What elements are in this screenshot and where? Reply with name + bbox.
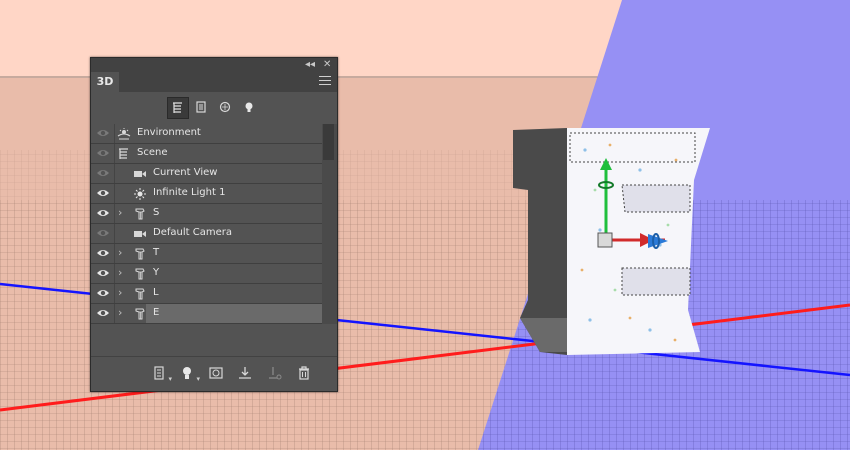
mesh-icon xyxy=(133,267,147,281)
filter-toolbar xyxy=(91,94,337,122)
mesh-icon xyxy=(133,287,147,301)
visibility-eye-icon[interactable] xyxy=(96,208,110,218)
row-divider xyxy=(114,164,115,183)
menu-caret-icon: ▾ xyxy=(168,375,172,383)
expand-chevron-icon[interactable]: › xyxy=(118,207,122,219)
tab-3d[interactable]: 3D xyxy=(91,72,119,92)
layer-label: L xyxy=(153,287,159,298)
visibility-eye-icon[interactable] xyxy=(96,128,110,138)
light-icon xyxy=(133,187,147,201)
layer-row-y[interactable]: › Y xyxy=(91,264,322,284)
close-icon[interactable]: ✕ xyxy=(323,59,331,71)
visibility-eye-icon[interactable] xyxy=(96,288,110,298)
ground-plane-icon[interactable] xyxy=(237,365,253,381)
row-divider xyxy=(114,224,115,243)
visibility-eye-icon[interactable] xyxy=(96,268,110,278)
menu-caret-icon: ▾ xyxy=(196,375,200,383)
new-light-icon[interactable]: ▾ xyxy=(179,365,200,383)
double-chevron-left-icon[interactable]: ◂◂ xyxy=(305,59,315,71)
row-divider xyxy=(114,244,115,263)
layer-label: Default Camera xyxy=(153,227,232,238)
layer-row-default-camera[interactable]: Default Camera xyxy=(91,224,322,244)
layer-label: S xyxy=(153,207,160,218)
row-divider xyxy=(114,204,115,223)
mesh-icon xyxy=(133,207,147,221)
scrollbar[interactable] xyxy=(322,124,337,324)
row-divider xyxy=(114,144,115,163)
layer-row-scene[interactable]: Scene xyxy=(91,144,322,164)
layer-label: Infinite Light 1 xyxy=(153,187,226,198)
meshes-filter-icon[interactable] xyxy=(191,97,213,119)
new-mesh-icon[interactable]: ▾ xyxy=(151,365,172,383)
visibility-eye-icon[interactable] xyxy=(96,168,110,178)
visibility-eye-icon[interactable] xyxy=(96,148,110,158)
layer-row-environment[interactable]: Environment xyxy=(91,124,322,144)
layer-row-current-view[interactable]: Current View xyxy=(91,164,322,184)
row-divider xyxy=(114,304,115,323)
layer-label: Y xyxy=(153,267,160,278)
panel-title-bar[interactable]: ◂◂ ✕ xyxy=(91,58,337,72)
3d-panel: ◂◂ ✕ 3D Environment Scene Current View Infi… xyxy=(90,57,338,392)
selection-highlight xyxy=(146,304,322,323)
expand-chevron-icon[interactable]: › xyxy=(118,307,122,319)
environment-icon xyxy=(117,127,131,141)
lights-filter-icon[interactable] xyxy=(239,97,261,119)
layer-row-s[interactable]: › S xyxy=(91,204,322,224)
materials-filter-icon[interactable] xyxy=(215,97,237,119)
row-divider xyxy=(114,284,115,303)
scrollbar-thumb[interactable] xyxy=(323,124,334,160)
expand-chevron-icon[interactable]: › xyxy=(118,267,122,279)
render-icon[interactable] xyxy=(267,365,283,381)
camera-icon xyxy=(133,227,147,241)
material-drop-icon[interactable] xyxy=(208,365,224,381)
trash-icon[interactable] xyxy=(296,365,312,381)
mesh-icon xyxy=(133,247,147,261)
row-divider xyxy=(114,184,115,203)
panel-menu-icon[interactable] xyxy=(319,76,331,86)
layer-label: T xyxy=(153,247,160,258)
scene-filter-icon[interactable] xyxy=(167,97,189,119)
visibility-eye-icon[interactable] xyxy=(96,188,110,198)
layer-label: E xyxy=(153,307,160,318)
layer-label: Environment xyxy=(137,127,201,138)
layer-row-t[interactable]: › T xyxy=(91,244,322,264)
row-divider xyxy=(114,264,115,283)
layer-row-e[interactable]: › E xyxy=(91,304,322,324)
layer-label: Current View xyxy=(153,167,218,178)
scene-tree: Environment Scene Current View Infinite Lig… xyxy=(91,124,322,324)
layer-label: Scene xyxy=(137,147,168,158)
expand-chevron-icon[interactable]: › xyxy=(118,247,122,259)
panel-tab-row: 3D xyxy=(91,72,337,92)
row-divider xyxy=(114,124,115,143)
camera-icon xyxy=(133,167,147,181)
visibility-eye-icon[interactable] xyxy=(96,228,110,238)
panel-bottom-toolbar: ▾ ▾ xyxy=(91,356,337,391)
expand-chevron-icon[interactable]: › xyxy=(118,287,122,299)
visibility-eye-icon[interactable] xyxy=(96,248,110,258)
layer-row-l[interactable]: › L xyxy=(91,284,322,304)
visibility-eye-icon[interactable] xyxy=(96,308,110,318)
layer-row-infinite-light-1[interactable]: Infinite Light 1 xyxy=(91,184,322,204)
mesh-icon xyxy=(133,307,147,321)
scene-icon xyxy=(117,147,131,161)
